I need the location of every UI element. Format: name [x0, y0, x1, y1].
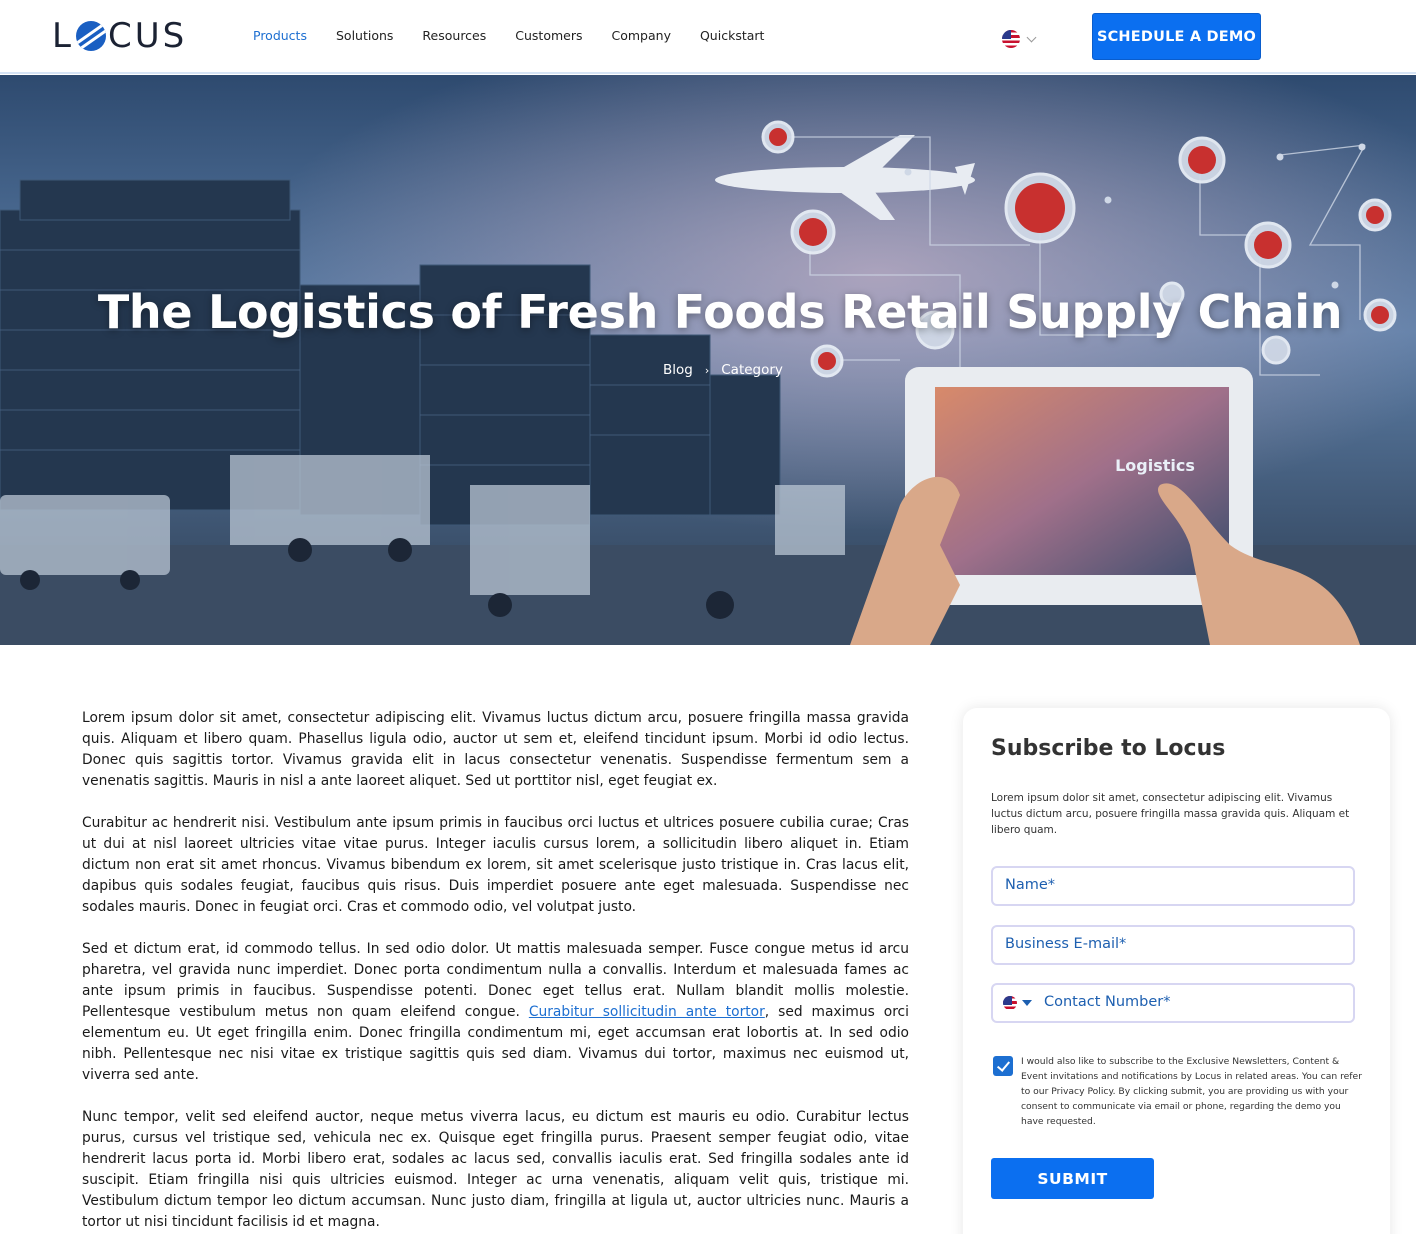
breadcrumb-category[interactable]: Category — [721, 362, 783, 378]
consent-checkbox[interactable] — [993, 1056, 1013, 1076]
nav-solutions[interactable]: Solutions — [336, 28, 393, 43]
language-selector[interactable] — [1002, 30, 1037, 48]
name-field[interactable]: Name* — [991, 866, 1355, 906]
phone-field-placeholder: Contact Number* — [1044, 994, 1171, 1010]
consent-row: I would also like to subscribe to the Ex… — [993, 1054, 1365, 1129]
globe-icon — [75, 21, 106, 51]
main-nav: Products Solutions Resources Customers C… — [253, 28, 793, 43]
breadcrumb-blog[interactable]: Blog — [663, 362, 693, 378]
locus-logo[interactable]: L CUS — [52, 16, 188, 56]
hero-background-image: Logistics — [0, 75, 1416, 645]
article-paragraph: Sed et dictum erat, id commodo tellus. I… — [82, 939, 909, 1086]
inline-article-link[interactable]: Curabitur sollicitudin ante tortor — [529, 1004, 765, 1020]
consent-text: I would also like to subscribe to the Ex… — [1021, 1056, 1362, 1127]
nav-quickstart[interactable]: Quickstart — [700, 28, 764, 43]
email-field[interactable]: Business E-mail* — [991, 925, 1355, 965]
nav-customers[interactable]: Customers — [515, 28, 582, 43]
schedule-demo-button[interactable]: SCHEDULE A DEMO — [1092, 13, 1261, 60]
subscribe-title: Subscribe to Locus — [991, 736, 1226, 761]
breadcrumb: Blog › Category — [663, 362, 783, 378]
tablet-screen-label: Logistics — [1115, 456, 1195, 475]
caret-down-icon — [1022, 1000, 1032, 1006]
nav-products[interactable]: Products — [253, 28, 307, 43]
nav-resources[interactable]: Resources — [422, 28, 486, 43]
subscribe-card: Subscribe to Locus Lorem ipsum dolor sit… — [963, 708, 1390, 1234]
country-code-selector[interactable] — [1003, 996, 1032, 1010]
phone-field[interactable]: Contact Number* — [991, 983, 1355, 1023]
hero-banner: Logistics The Logistics of Fresh Foods R… — [0, 75, 1416, 645]
chevron-down-icon — [1026, 32, 1037, 43]
article-paragraph: Nunc tempor, velit sed eleifend auctor, … — [82, 1109, 909, 1230]
page-title: The Logistics of Fresh Foods Retail Supp… — [97, 285, 1343, 339]
name-field-placeholder: Name* — [1005, 877, 1056, 893]
article-paragraph: Lorem ipsum dolor sit amet, consectetur … — [82, 710, 909, 789]
logo-text-left: L — [52, 16, 74, 56]
article-paragraph: Curabitur ac hendrerit nisi. Vestibulum … — [82, 815, 909, 915]
site-header: L CUS Products Solutions Resources Custo… — [0, 0, 1416, 74]
us-flag-icon — [1002, 30, 1020, 48]
us-flag-icon — [1003, 996, 1017, 1010]
nav-company[interactable]: Company — [612, 28, 671, 43]
subscribe-description: Lorem ipsum dolor sit amet, consectetur … — [991, 792, 1350, 836]
chevron-right-icon: › — [704, 363, 710, 377]
email-field-placeholder: Business E-mail* — [1005, 936, 1127, 952]
logo-text-right: CUS — [107, 16, 188, 56]
article-body: Lorem ipsum dolor sit amet, consectetur … — [82, 708, 909, 1234]
submit-button[interactable]: SUBMIT — [991, 1158, 1154, 1199]
